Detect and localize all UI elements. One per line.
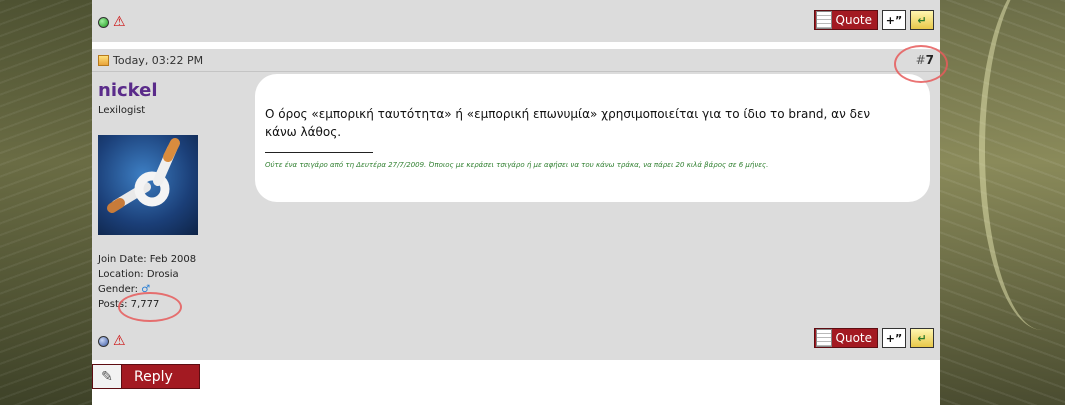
background-left-decoration	[0, 0, 92, 405]
report-post-icon[interactable]: ↵	[910, 10, 934, 30]
reply-button-label: Reply	[134, 368, 173, 385]
avatar[interactable]	[98, 135, 198, 235]
document-icon	[815, 329, 832, 347]
post-status-icons: ⚠	[98, 334, 126, 348]
report-post-icon[interactable]: ↵	[910, 328, 934, 348]
quote-button-label: Quote	[835, 331, 872, 345]
reply-button[interactable]: ✎ Reply	[92, 364, 200, 389]
location: Location: Drosia	[98, 269, 179, 280]
post-date: Today, 03:22 PM	[113, 53, 204, 67]
knotted-cigarette-icon	[107, 138, 180, 213]
join-date: Join Date: Feb 2008	[98, 254, 197, 265]
quote-button[interactable]: Quote	[813, 10, 878, 30]
highlight-circle-post-count	[118, 292, 182, 322]
post-buttons: Quote +” ↵	[813, 328, 934, 348]
pencil-icon: ✎	[93, 365, 122, 388]
document-icon	[815, 11, 832, 29]
user-title: Lexilogist	[98, 105, 146, 116]
multiquote-icon[interactable]: +”	[882, 10, 906, 30]
signature: Ούτε ένα τσιγάρο από τη Δευτέρα 27/7/200…	[265, 161, 769, 169]
signature-divider	[265, 152, 373, 153]
quote-button[interactable]: Quote	[813, 328, 878, 348]
post-status-icon	[98, 54, 109, 66]
report-warning-icon[interactable]: ⚠	[113, 334, 126, 348]
forum-thread: ⚠ Quote +” ↵ Today, 03:22 PM #7 nickel L…	[92, 0, 948, 405]
previous-post-buttons: Quote +” ↵	[813, 10, 934, 30]
message-text: Ο όρος «εμπορική ταυτότητα» ή «εμπορική …	[265, 107, 871, 139]
previous-post-footer: ⚠ Quote +” ↵	[92, 0, 940, 42]
post-header: Today, 03:22 PM #7	[92, 49, 940, 72]
online-status-icon	[98, 16, 109, 28]
previous-post-status-icons: ⚠	[98, 15, 126, 29]
message-bubble: Ο όρος «εμπορική ταυτότητα» ή «εμπορική …	[255, 74, 930, 202]
background-right-decoration	[940, 0, 1065, 405]
quote-button-label: Quote	[835, 13, 872, 27]
report-warning-icon[interactable]: ⚠	[113, 15, 126, 29]
username-link[interactable]: nickel	[98, 80, 158, 101]
post: Today, 03:22 PM #7 nickel Lexilogist Joi…	[92, 49, 940, 360]
highlight-circle-post-number	[894, 45, 948, 83]
offline-status-icon	[98, 335, 109, 347]
multiquote-icon[interactable]: +”	[882, 328, 906, 348]
